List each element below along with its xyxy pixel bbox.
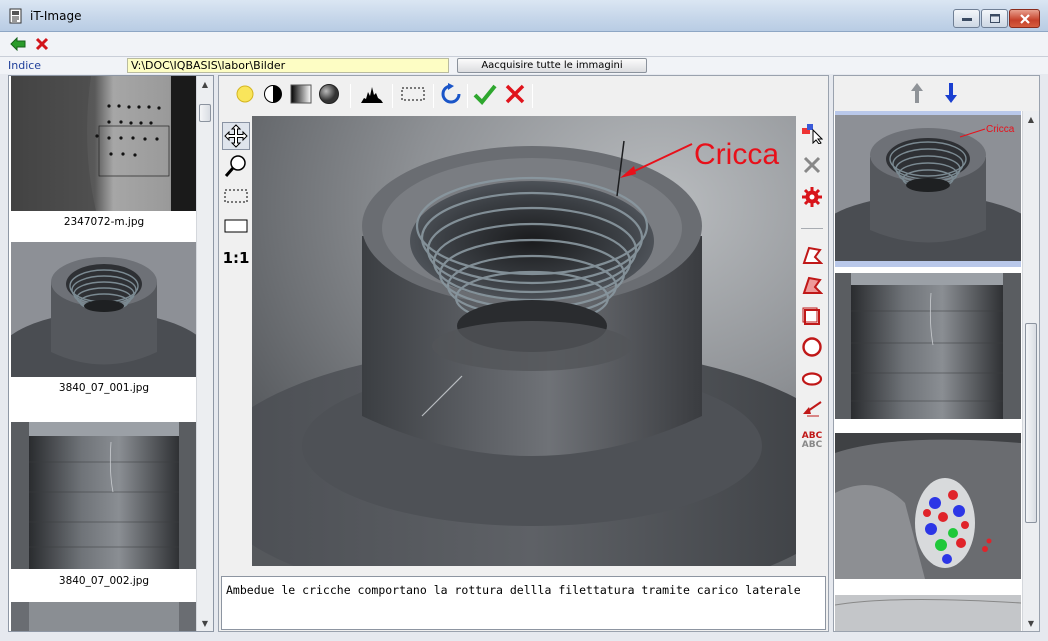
main-image[interactable]: Cricca	[252, 116, 796, 566]
sequence-thumbnail: Cricca	[835, 115, 1021, 261]
index-label: Indice	[8, 59, 42, 72]
histogram-icon[interactable]	[360, 82, 384, 106]
list-item[interactable]	[11, 602, 197, 631]
thumbnail-image	[11, 422, 197, 569]
window-title: iT-Image	[30, 9, 82, 23]
list-item[interactable]	[835, 433, 1021, 579]
brightness-icon[interactable]	[233, 82, 257, 106]
main-toolbar	[0, 32, 1048, 56]
thumbnail-caption: 2347072-m.jpg	[63, 216, 145, 228]
select-pointer-icon[interactable]	[799, 120, 825, 146]
app-icon	[9, 8, 23, 24]
right-scrollbar[interactable]: ▲ ▼	[1022, 111, 1039, 631]
zoom-magnifier-icon[interactable]	[222, 152, 250, 180]
maximize-button[interactable]	[981, 9, 1008, 28]
scroll-down-icon[interactable]: ▼	[197, 615, 213, 631]
thumbnail-caption: 3840_07_002.jpg	[58, 575, 150, 587]
move-up-icon[interactable]	[910, 82, 924, 107]
sequence-thumbnail	[835, 433, 1021, 579]
left-scrollbar[interactable]: ▲ ▼	[196, 76, 213, 631]
move-down-icon[interactable]	[944, 82, 958, 107]
filled-polygon-tool-icon[interactable]	[799, 272, 825, 298]
path-bar: Indice Aacquisire tutte le immagini	[0, 56, 1048, 74]
contrast-icon[interactable]	[261, 82, 285, 106]
sequence-list[interactable]: Cricca	[834, 111, 1022, 631]
list-item[interactable]: Cricca	[835, 111, 1021, 267]
circle-tool-icon[interactable]	[799, 334, 825, 360]
scroll-down-icon[interactable]: ▼	[1023, 615, 1039, 631]
close-window-button[interactable]	[1009, 9, 1040, 28]
folder-path-input[interactable]	[127, 58, 449, 73]
thumbnail-image	[11, 242, 197, 377]
cancel-x-icon[interactable]	[503, 82, 527, 106]
confirm-check-icon[interactable]	[473, 82, 497, 106]
scrollbar-thumb[interactable]	[199, 104, 211, 122]
thumbnail-image	[11, 602, 197, 631]
sequence-thumbnail	[835, 273, 1021, 419]
list-item[interactable]	[835, 595, 1021, 631]
image-viewer: 1:1 Cricca ABC ABC Ambedue le cricche co…	[218, 75, 829, 632]
image-toolbar	[223, 78, 823, 110]
zoom-region-icon[interactable]	[222, 182, 250, 210]
thumbnail-list[interactable]: 2347072-m.jpg 3840_07_001.jpg 3840_07_00…	[8, 75, 214, 632]
image-sequence-panel: Cricca ▲ ▼	[833, 75, 1040, 632]
gradient-icon[interactable]	[289, 82, 313, 106]
polygon-tool-icon[interactable]	[799, 242, 825, 268]
settings-gear-icon[interactable]	[799, 184, 825, 210]
list-item[interactable]	[835, 273, 1021, 419]
list-item[interactable]: 3840_07_002.jpg	[11, 422, 197, 587]
svg-text:Cricca: Cricca	[986, 124, 1015, 135]
list-item[interactable]: 2347072-m.jpg	[11, 76, 197, 228]
fit-window-icon[interactable]	[222, 212, 250, 240]
scroll-up-icon[interactable]: ▲	[1023, 111, 1039, 127]
selection-rectangle-icon[interactable]	[401, 82, 425, 106]
scroll-up-icon[interactable]: ▲	[197, 76, 213, 92]
gamma-icon[interactable]	[317, 82, 341, 106]
actual-size-button[interactable]: 1:1	[222, 244, 250, 272]
image-comment-textarea[interactable]: Ambedue le cricche comportano la rottura…	[221, 576, 826, 630]
minimize-button[interactable]	[953, 9, 980, 28]
rectangle-tool-icon[interactable]	[799, 304, 825, 330]
ellipse-tool-icon[interactable]	[799, 366, 825, 392]
move-icon[interactable]	[222, 122, 250, 150]
title-bar: iT-Image	[0, 0, 1048, 32]
thumbnail-image	[11, 76, 197, 211]
back-arrow-icon[interactable]	[9, 35, 27, 53]
delete-annotation-icon[interactable]	[799, 152, 825, 178]
scrollbar-thumb[interactable]	[1025, 323, 1037, 523]
close-icon[interactable]	[33, 35, 51, 53]
thumbnail-caption: 3840_07_001.jpg	[58, 382, 150, 394]
arrow-tool-icon[interactable]	[799, 396, 825, 422]
acquire-all-images-button[interactable]: Aacquisire tutte le immagini	[457, 58, 647, 73]
sequence-thumbnail	[835, 595, 1021, 631]
text-tool-icon[interactable]: ABC ABC	[799, 428, 825, 454]
list-item[interactable]: 3840_07_001.jpg	[11, 242, 197, 394]
rotate-icon[interactable]	[439, 82, 463, 106]
annotation-text: Cricca	[694, 138, 779, 171]
sequence-arrows	[834, 76, 1039, 110]
